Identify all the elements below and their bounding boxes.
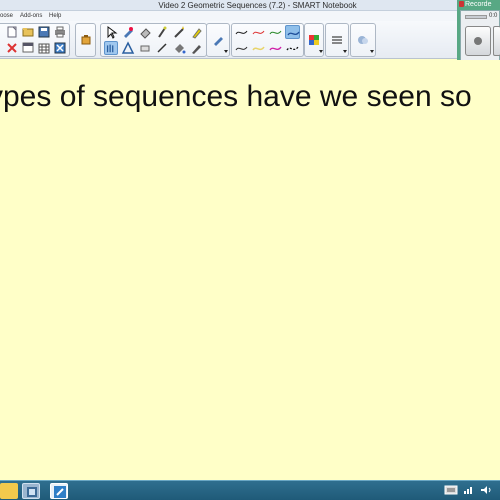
line-style-dropdown-icon[interactable]: [343, 50, 347, 53]
menu-item-help[interactable]: Help: [49, 11, 61, 21]
line-style-yellow[interactable]: [251, 41, 266, 55]
recorder-title: Recorde: [465, 1, 492, 8]
menu-bar: oose Add-ons Help: [0, 11, 500, 21]
delete-icon[interactable]: [5, 41, 19, 55]
text-pen-icon[interactable]: [189, 41, 203, 55]
magic-pen-icon[interactable]: [155, 25, 169, 39]
new-page-icon[interactable]: [5, 25, 19, 39]
network-icon[interactable]: [463, 485, 475, 498]
recorder-volume-bar[interactable]: [465, 15, 487, 19]
shapes-icon[interactable]: [121, 41, 135, 55]
save-icon[interactable]: [37, 25, 51, 39]
volume-icon[interactable]: [480, 485, 492, 498]
recorder-controls: 0:0: [460, 10, 500, 63]
line-style-dashed[interactable]: [285, 41, 300, 55]
file-tools-group: [0, 23, 70, 57]
color-dropdown-icon[interactable]: [319, 50, 323, 53]
pen-properties-dropdown-icon[interactable]: [224, 50, 228, 53]
menu-item-add-ons[interactable]: Add-ons: [20, 11, 42, 21]
keyboard-icon[interactable]: [444, 485, 458, 498]
record-button[interactable]: [465, 26, 491, 56]
taskbar: [0, 480, 500, 500]
document-camera-group: [75, 23, 96, 57]
table-icon[interactable]: [37, 41, 51, 55]
highlighter-icon[interactable]: [189, 25, 203, 39]
color-palette-group: [304, 23, 324, 57]
recorder-time: 0:0: [489, 13, 498, 19]
line-style-green[interactable]: [268, 25, 283, 39]
folder-icon[interactable]: [0, 483, 18, 499]
line-style-blue[interactable]: [285, 25, 300, 39]
creative-pen-icon[interactable]: [104, 41, 118, 55]
menu-item-choose[interactable]: oose: [0, 11, 13, 21]
window-title: Video 2 Geometric Sequences (7.2) - SMAR…: [158, 1, 357, 10]
recorder-menu-button[interactable]: [493, 26, 500, 56]
fullscreen-icon[interactable]: [53, 41, 67, 55]
color-palette-icon[interactable]: [307, 33, 321, 47]
pen-properties-icon[interactable]: [211, 33, 225, 47]
notes-icon[interactable]: [50, 483, 68, 499]
line-icon[interactable]: [155, 41, 169, 55]
recorder-panel: Recorde 0:0: [457, 0, 500, 66]
line-style-red[interactable]: [251, 25, 266, 39]
record-indicator-icon: [459, 1, 464, 7]
notebook-page[interactable]: ypes of sequences have we seen so: [0, 60, 500, 480]
print-icon[interactable]: [53, 25, 67, 39]
page-heading[interactable]: ypes of sequences have we seen so: [0, 79, 472, 115]
line-style-group: [325, 23, 349, 57]
select-icon[interactable]: [104, 25, 118, 39]
eraser-tool-icon[interactable]: [138, 41, 152, 55]
pen-icon[interactable]: [121, 25, 135, 39]
line-style-icon[interactable]: [330, 33, 344, 47]
smart-notebook-icon[interactable]: [22, 483, 40, 499]
fill-effects-group: [350, 23, 376, 57]
record-icon: [474, 37, 482, 45]
title-bar: Video 2 Geometric Sequences (7.2) - SMAR…: [0, 0, 500, 11]
main-toolbar: [0, 21, 500, 59]
fill-effects-dropdown-icon[interactable]: [370, 50, 374, 53]
eraser-icon[interactable]: [138, 25, 152, 39]
open-icon[interactable]: [21, 25, 35, 39]
line-style-magenta[interactable]: [268, 41, 283, 55]
fill-effects-icon[interactable]: [356, 33, 370, 47]
pen-properties-group: [206, 23, 230, 57]
drawing-tools-group: [100, 23, 207, 57]
line-styles-group: [231, 23, 304, 57]
line-style-black[interactable]: [234, 25, 249, 39]
fill-icon[interactable]: [172, 41, 186, 55]
screen: Video 2 Geometric Sequences (7.2) - SMAR…: [0, 0, 500, 500]
document-camera-icon[interactable]: [79, 33, 93, 47]
screen-shade-icon[interactable]: [21, 41, 35, 55]
line-style-dark[interactable]: [234, 41, 249, 55]
magic-wand-icon[interactable]: [172, 25, 186, 39]
